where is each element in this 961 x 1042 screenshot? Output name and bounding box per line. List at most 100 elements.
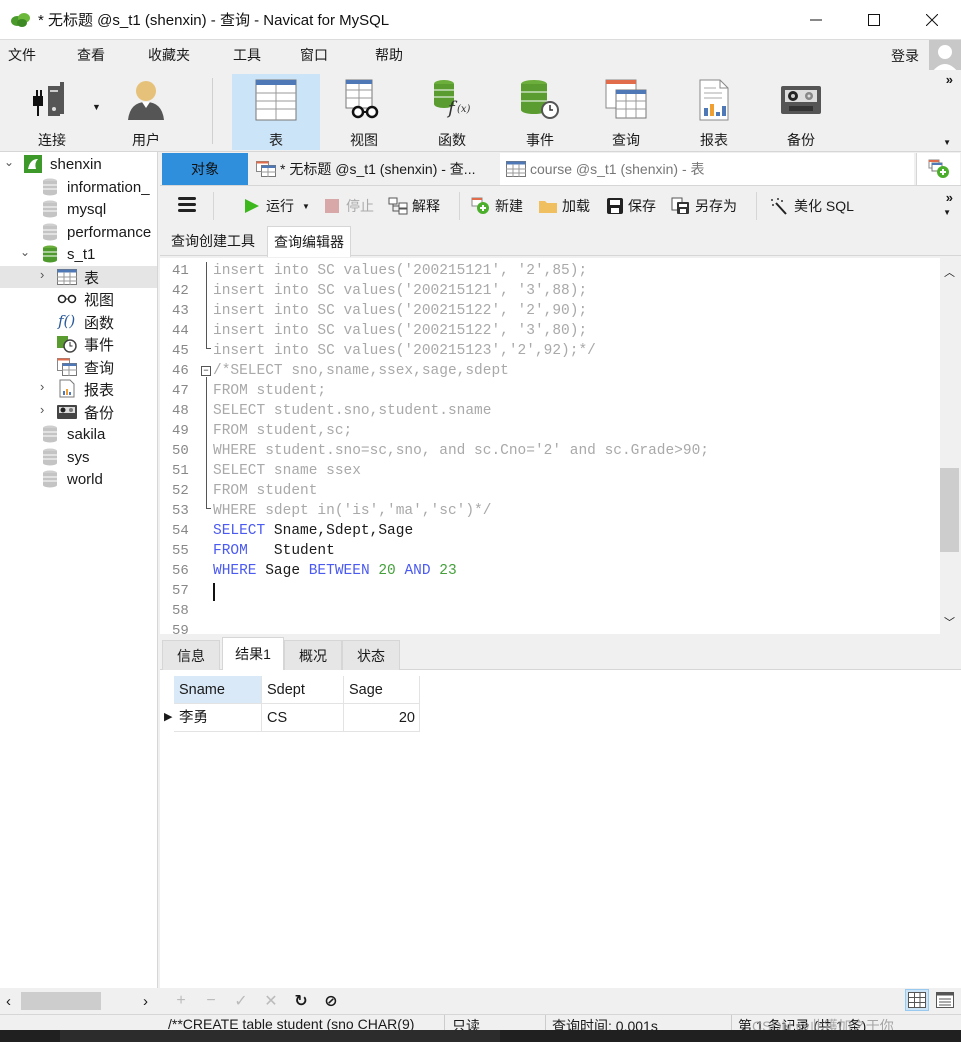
editor-vertical-scrollbar[interactable]: ︿ ﹀ [940, 258, 959, 634]
menu-favorites[interactable]: 收藏夹 [140, 45, 198, 65]
code-line[interactable]: SELECT student.sno,student.sname [213, 401, 491, 421]
query-toolbar-overflow-button[interactable]: » [946, 190, 953, 205]
discard-changes-button[interactable]: ✕ [262, 991, 280, 1011]
apply-changes-button[interactable]: ✓ [232, 991, 250, 1011]
scroll-left-icon[interactable]: ‹ [6, 993, 11, 1010]
code-line[interactable]: FROM student [213, 481, 317, 501]
scrollbar-thumb[interactable] [21, 992, 101, 1010]
scroll-down-icon[interactable]: ﹀ [944, 614, 955, 630]
run-button[interactable]: 运行 ▼ [244, 196, 310, 216]
scroll-right-icon[interactable]: › [143, 993, 148, 1010]
toolbar-backup[interactable]: 备份 [757, 74, 845, 150]
tree-db-sakila[interactable]: sakila [0, 423, 157, 445]
toolbar-event[interactable]: 事件 [496, 74, 584, 150]
minimize-button[interactable] [787, 0, 845, 40]
menu-view[interactable]: 查看 [69, 45, 113, 65]
code-line[interactable]: insert into SC values('200215123','2',92… [213, 341, 596, 361]
connect-dropdown-icon[interactable]: ▼ [92, 102, 101, 112]
menu-window[interactable]: 窗口 [292, 45, 336, 65]
tree-item-views[interactable]: 视图 [0, 288, 157, 310]
chevron-down-icon[interactable]: ⌄ [20, 245, 30, 259]
stop-button[interactable]: ⊘ [322, 991, 340, 1011]
tree-connection-shenxin[interactable]: ⌄ shenxin [0, 153, 157, 175]
scroll-up-icon[interactable]: ︿ [944, 264, 955, 280]
tab-status[interactable]: 状态 [342, 640, 400, 670]
toolbar-function[interactable]: f (x) 函数 [408, 74, 496, 150]
load-button[interactable]: 加载 [538, 196, 590, 216]
code-line[interactable]: WHERE student.sno=sc,sno, and sc.Cno='2'… [213, 441, 709, 461]
table-cell[interactable]: 李勇 [174, 704, 262, 732]
column-header[interactable]: Sdept [262, 676, 344, 704]
add-record-button[interactable]: + [172, 992, 190, 1010]
code-line[interactable]: FROM Student [213, 541, 335, 561]
close-button[interactable] [903, 0, 961, 40]
tab-profile[interactable]: 概况 [284, 640, 342, 670]
refresh-button[interactable]: ↻ [292, 991, 310, 1011]
beautify-sql-button[interactable]: 美化 SQL [770, 196, 854, 216]
tab-query-untitled[interactable]: * 无标题 @s_t1 (shenxin) - 查... [250, 153, 498, 185]
chevron-right-icon[interactable]: › [40, 402, 44, 417]
toolbar-view[interactable]: 视图 [320, 74, 408, 150]
toolbar-dropdown-icon[interactable]: ▼ [943, 138, 951, 147]
chevron-right-icon[interactable]: › [40, 267, 44, 282]
code-line[interactable]: SELECT Sname,Sdept,Sage [213, 521, 413, 541]
delete-record-button[interactable]: − [202, 992, 220, 1010]
maximize-button[interactable] [845, 0, 903, 40]
fold-toggle-icon[interactable]: − [201, 366, 211, 376]
tree-item-backups[interactable]: › 备份 [0, 401, 157, 423]
tree-db-world[interactable]: world [0, 468, 157, 490]
query-toolbar-dropdown-icon[interactable]: ▼ [943, 208, 951, 217]
tab-query-editor[interactable]: 查询编辑器 [267, 226, 351, 257]
run-dropdown-icon[interactable]: ▼ [302, 202, 310, 211]
save-as-button[interactable]: 另存为 [671, 196, 737, 216]
grid-view-button[interactable] [905, 989, 929, 1011]
menu-tools[interactable]: 工具 [225, 45, 269, 65]
tree-item-tables[interactable]: › 表 [0, 266, 157, 288]
tree-item-functions[interactable]: f() 函数 [0, 311, 157, 333]
toolbar-connect[interactable]: 连接 [8, 74, 96, 150]
code-line[interactable]: /*SELECT sno,sname,ssex,sage,sdept [213, 361, 509, 381]
code-line[interactable]: insert into SC values('200215122', '2',9… [213, 301, 587, 321]
toolbar-query[interactable]: 查询 [582, 74, 670, 150]
explain-button[interactable]: 解释 [388, 196, 440, 216]
taskbar-app[interactable] [60, 1030, 500, 1042]
sql-editor[interactable]: 41 insert into SC values('200215121', '2'… [160, 258, 940, 634]
tab-result1[interactable]: 结果1 [222, 637, 284, 670]
menu-hamburger-button[interactable] [177, 195, 197, 213]
user-avatar[interactable] [929, 40, 961, 72]
column-header[interactable]: Sage [344, 676, 420, 704]
tree-item-reports[interactable]: › 报表 [0, 378, 157, 400]
column-header[interactable]: Sname [174, 676, 262, 704]
tree-item-queries[interactable]: 查询 [0, 356, 157, 378]
menu-file[interactable]: 文件 [0, 45, 44, 65]
tree-db-mysql[interactable]: mysql [0, 198, 157, 220]
code-line[interactable]: FROM student,sc; [213, 421, 352, 441]
table-cell[interactable]: CS [262, 704, 344, 732]
tab-query-builder[interactable]: 查询创建工具 [165, 226, 261, 256]
tab-info[interactable]: 信息 [162, 640, 220, 670]
code-line[interactable]: insert into SC values('200215121', '2',8… [213, 261, 587, 281]
code-line[interactable]: FROM student; [213, 381, 326, 401]
login-link[interactable]: 登录 [891, 46, 919, 66]
chevron-down-icon[interactable]: ⌄ [4, 155, 14, 169]
toolbar-report[interactable]: 报表 [670, 74, 758, 150]
tree-db-performance[interactable]: performance [0, 221, 157, 243]
form-view-button[interactable] [933, 989, 957, 1011]
new-tab-button[interactable] [916, 153, 960, 185]
table-cell[interactable]: 20 [344, 704, 420, 732]
code-line[interactable]: insert into SC values('200215122', '3',8… [213, 321, 587, 341]
chevron-right-icon[interactable]: › [40, 379, 44, 394]
code-line[interactable]: WHERE Sage BETWEEN 20 AND 23 [213, 561, 457, 581]
new-query-button[interactable]: 新建 [471, 196, 523, 216]
scrollbar-thumb[interactable] [940, 468, 959, 552]
tree-item-events[interactable]: 事件 [0, 333, 157, 355]
code-line[interactable]: SELECT sname ssex [213, 461, 361, 481]
tree-db-information-schema[interactable]: information_ [0, 176, 157, 198]
tree-db-s_t1[interactable]: ⌄ s_t1 [0, 243, 157, 265]
code-line[interactable]: insert into SC values('200215121', '3',8… [213, 281, 587, 301]
toolbar-user[interactable]: 用户 [102, 74, 190, 150]
tab-objects[interactable]: 对象 [162, 153, 248, 185]
tab-course-table[interactable]: course @s_t1 (shenxin) - 表 [500, 153, 914, 185]
tree-db-sys[interactable]: sys [0, 446, 157, 468]
toolbar-table[interactable]: 表 [232, 74, 320, 150]
